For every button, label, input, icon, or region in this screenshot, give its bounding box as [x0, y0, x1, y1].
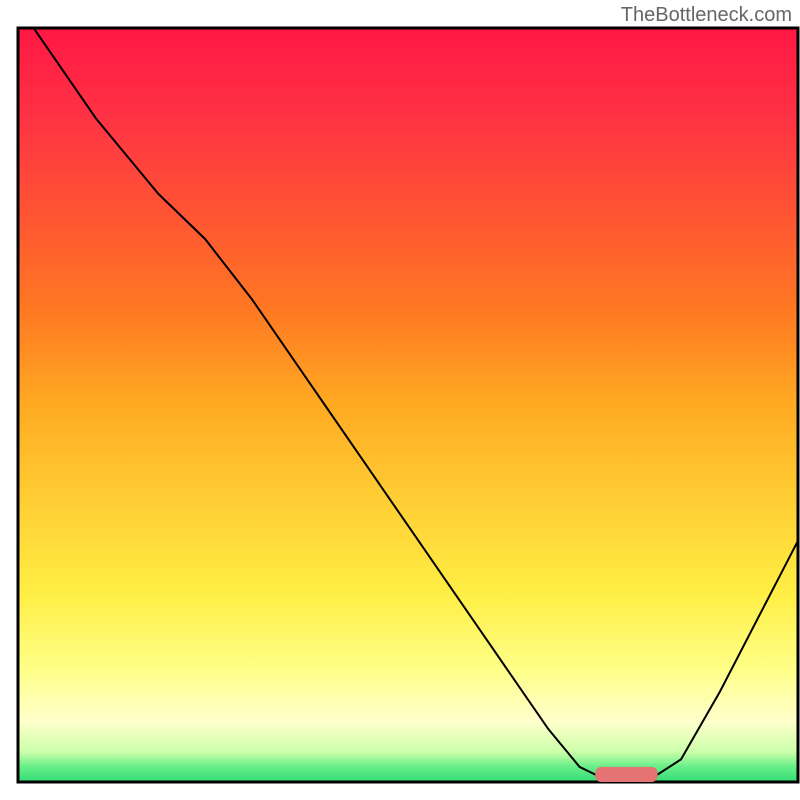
- plot-background: [18, 28, 798, 782]
- watermark-text: TheBottleneck.com: [621, 4, 792, 27]
- chart-svg: [0, 0, 800, 800]
- bottleneck-chart: TheBottleneck.com: [0, 0, 800, 800]
- optimal-range-marker: [595, 767, 657, 782]
